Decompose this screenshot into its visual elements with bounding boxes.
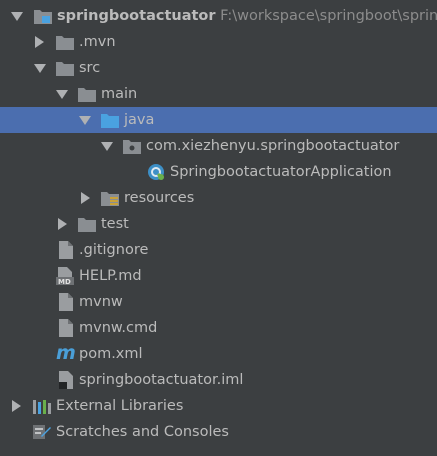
tree-row-gitignore[interactable]: .gitignore (0, 237, 437, 263)
tree-row-java[interactable]: java (0, 107, 437, 133)
tree-row-main[interactable]: main (0, 81, 437, 107)
folder-module-icon (33, 7, 53, 29)
tree-label-resources: resources (124, 190, 195, 206)
collapse-arrow-icon[interactable] (11, 12, 23, 21)
tree-label-src: src (79, 60, 101, 76)
tree-row-src[interactable]: src (0, 55, 437, 81)
tree-label-pom-xml: pom.xml (79, 346, 143, 362)
tree-label-mvn: .mvn (79, 34, 116, 50)
tree-label-application-class: SpringbootactuatorApplication (170, 164, 392, 180)
tree-label-iml: springbootactuator.iml (79, 372, 244, 388)
expand-arrow-icon[interactable] (81, 192, 90, 204)
resources-folder-icon (100, 189, 120, 211)
collapse-arrow-icon[interactable] (56, 90, 68, 99)
folder-icon (55, 59, 75, 81)
tree-row-mvnw-cmd[interactable]: mvnw.cmd (0, 315, 437, 341)
project-tree[interactable]: springbootactuator F:\workspace\springbo… (0, 0, 437, 456)
project-name: springbootactuator (57, 8, 216, 24)
svg-text:MD: MD (58, 278, 71, 286)
text-file-icon (58, 292, 74, 315)
source-folder-icon (100, 111, 120, 133)
tree-label-mvnw: mvnw (79, 294, 123, 310)
tree-label-test: test (101, 216, 129, 232)
folder-icon (77, 85, 97, 107)
spring-boot-class-icon (146, 162, 166, 185)
package-icon (122, 137, 142, 159)
svg-text:m: m (56, 342, 76, 364)
maven-icon: m (55, 342, 77, 367)
tree-label-external-libraries: External Libraries (56, 398, 184, 414)
tree-row-package[interactable]: com.xiezhenyu.springbootactuator (0, 133, 437, 159)
tree-row-mvnw[interactable]: mvnw (0, 289, 437, 315)
text-file-icon (58, 240, 74, 263)
tree-row-help-md[interactable]: MD HELP.md (0, 263, 437, 289)
tree-row-scratches[interactable]: Scratches and Consoles (0, 419, 437, 445)
tree-label-help-md: HELP.md (79, 268, 142, 284)
iml-file-icon (58, 370, 74, 393)
expand-arrow-icon[interactable] (12, 400, 21, 412)
project-path: F:\workspace\springboot\sprin (220, 8, 437, 24)
libraries-icon (32, 397, 52, 419)
tree-label-mvnw-cmd: mvnw.cmd (79, 320, 158, 336)
tree-row-application-class[interactable]: SpringbootactuatorApplication (0, 159, 437, 185)
markdown-file-icon: MD (55, 266, 75, 289)
tree-row-iml[interactable]: springbootactuator.iml (0, 367, 437, 393)
tree-label-package: com.xiezhenyu.springbootactuator (146, 138, 400, 154)
tree-label-java: java (124, 112, 155, 128)
collapse-arrow-icon[interactable] (101, 142, 113, 151)
tree-row-external-libraries[interactable]: External Libraries (0, 393, 437, 419)
collapse-arrow-icon[interactable] (34, 64, 46, 73)
text-file-icon (58, 318, 74, 341)
folder-icon (55, 33, 75, 55)
tree-row-project-root[interactable]: springbootactuator F:\workspace\springbo… (0, 3, 437, 29)
expand-arrow-icon[interactable] (58, 218, 67, 230)
expand-arrow-icon[interactable] (35, 36, 44, 48)
tree-row-resources[interactable]: resources (0, 185, 437, 211)
scratches-icon (32, 422, 52, 445)
tree-label-main: main (101, 86, 138, 102)
tree-label-scratches: Scratches and Consoles (56, 424, 229, 440)
tree-row-pom-xml[interactable]: m pom.xml (0, 341, 437, 367)
tree-label-gitignore: .gitignore (79, 242, 149, 258)
tree-row-test[interactable]: test (0, 211, 437, 237)
folder-icon (77, 215, 97, 237)
collapse-arrow-icon[interactable] (79, 116, 91, 125)
tree-row-mvn[interactable]: .mvn (0, 29, 437, 55)
